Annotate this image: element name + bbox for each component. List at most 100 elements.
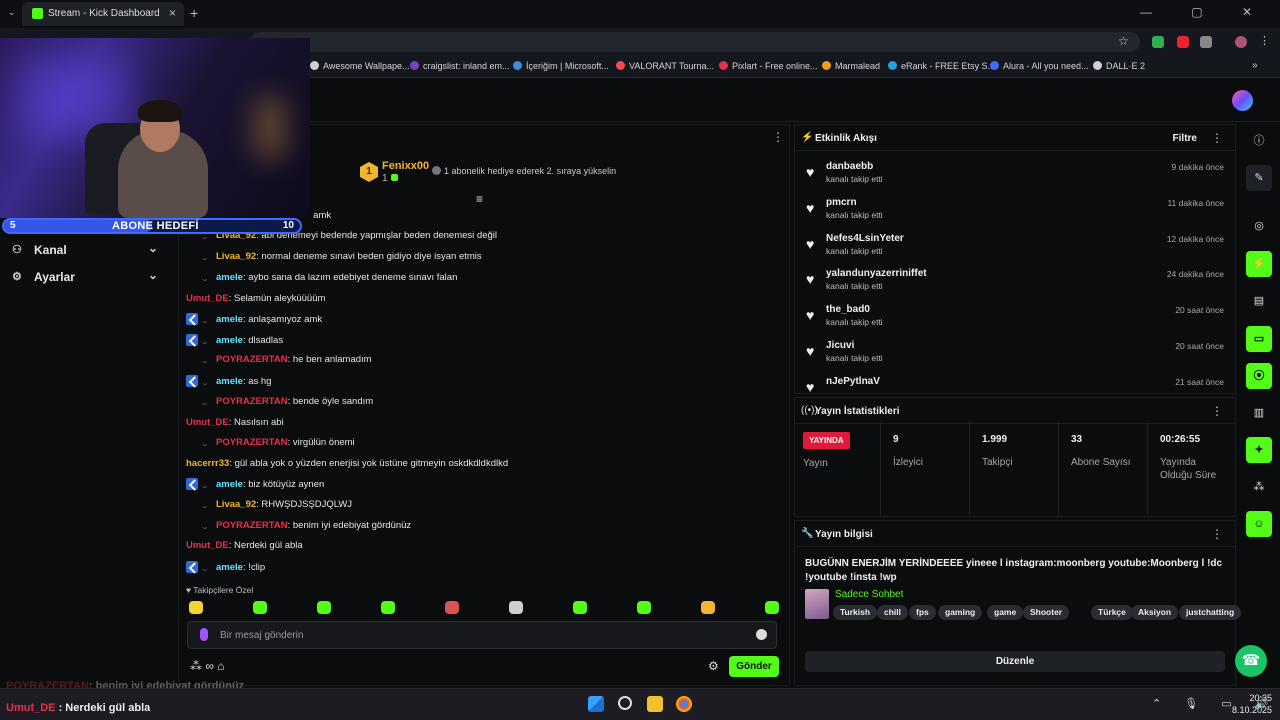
bookmark-item[interactable]: craigslist: inland em... — [410, 61, 510, 71]
filter-button[interactable]: Filtre — [1173, 133, 1197, 144]
chrome-icon[interactable] — [676, 696, 692, 712]
activity-username[interactable]: Jicuvi — [826, 340, 854, 351]
camera-icon[interactable]: ◎ — [1246, 213, 1272, 239]
top-gifter-name[interactable]: Fenixx00 — [382, 160, 429, 172]
bookmark-item[interactable]: DALL·E 2 — [1093, 61, 1145, 71]
chat-settings-icon[interactable]: ⚙ — [708, 659, 719, 673]
emote-icon[interactable] — [317, 601, 331, 614]
bolt-icon[interactable]: ⚡ — [1246, 251, 1272, 277]
user-avatar[interactable] — [1232, 90, 1253, 111]
file-explorer-icon[interactable] — [647, 696, 663, 712]
chat-username[interactable]: amele — [216, 376, 243, 387]
chat-username[interactable]: Umut_DE — [186, 540, 229, 551]
collapse-icon[interactable]: ≡ — [476, 192, 483, 206]
chat-username[interactable]: POYRAZERTAN — [216, 354, 288, 365]
apps-icon[interactable]: ⁂ — [1246, 474, 1272, 500]
info-options-icon[interactable]: ⋮ — [1211, 527, 1223, 541]
chat-username[interactable]: Umut_DE — [186, 417, 229, 428]
new-tab-icon[interactable]: + — [190, 5, 198, 21]
tag-chip[interactable]: fps — [909, 605, 936, 620]
profile-avatar-icon[interactable] — [1235, 36, 1247, 48]
emote-icon[interactable] — [253, 601, 267, 614]
tag-chip[interactable]: gaming — [938, 605, 983, 620]
chat-username[interactable]: POYRAZERTAN — [216, 437, 288, 448]
emote-icon[interactable] — [189, 601, 203, 614]
tab-search-icon[interactable]: ⌄ — [8, 7, 16, 18]
chat-username[interactable]: Livaa_92 — [216, 499, 256, 510]
activity-username[interactable]: Nefes4LsinYeter — [826, 233, 904, 244]
layers-icon[interactable]: ▥ — [1246, 400, 1272, 426]
bookmark-star-icon[interactable]: ☆ — [1118, 34, 1129, 48]
chat-username[interactable]: amele — [216, 335, 243, 346]
emote-icon[interactable] — [765, 601, 779, 614]
chat-username[interactable]: Livaa_92 — [216, 251, 256, 262]
bookmarks-overflow-icon[interactable]: » — [1252, 60, 1258, 71]
category-name[interactable]: Sadece Sohbet — [835, 589, 903, 600]
window-controls[interactable]: — ▢ ✕ — [1140, 5, 1270, 19]
bookmark-item[interactable]: Marmalead — [822, 61, 880, 71]
emote-icon[interactable] — [509, 601, 523, 614]
bookmark-item[interactable]: eRank - FREE Etsy S... — [888, 61, 995, 71]
edit-button[interactable]: Düzenle — [805, 651, 1225, 672]
tag-chip[interactable]: game — [987, 605, 1024, 620]
chat-tools[interactable]: ⁂ ∞ ⌂ — [190, 659, 224, 673]
extensions-puzzle-icon[interactable] — [1200, 36, 1212, 48]
sidebar-item-ayarlar[interactable]: ⚙ Ayarlar ⌄ — [10, 265, 160, 289]
start-icon[interactable] — [588, 696, 604, 712]
chat-username[interactable]: amele — [216, 314, 243, 325]
emote-icon[interactable] — [573, 601, 587, 614]
extension-icon[interactable] — [1177, 36, 1189, 48]
bookmark-item[interactable]: İçeriğim | Microsoft... — [513, 61, 609, 71]
activity-username[interactable]: nJePytlnaV — [826, 376, 880, 387]
activity-username[interactable]: pmcrn — [826, 197, 857, 208]
chat-icon[interactable]: ▭ — [1246, 326, 1272, 352]
emote-icon[interactable] — [381, 601, 395, 614]
pencil-icon[interactable]: ✎ — [1246, 165, 1272, 191]
activity-username[interactable]: yalandunyazerriniffet — [826, 268, 927, 279]
broadcast-icon[interactable]: ⦿ — [1246, 363, 1272, 389]
activity-options-icon[interactable]: ⋮ — [1211, 131, 1223, 145]
tag-chip[interactable]: Turkish — [833, 605, 878, 620]
tag-chip[interactable]: Shooter — [1023, 605, 1070, 620]
stats-options-icon[interactable]: ⋮ — [1211, 404, 1223, 418]
search-icon[interactable] — [618, 696, 632, 710]
send-button[interactable]: Gönder — [729, 656, 779, 677]
tag-chip[interactable]: chill — [877, 605, 909, 620]
bookmark-item[interactable]: Pixlart - Free online... — [719, 61, 818, 71]
mic-icon[interactable] — [200, 628, 208, 641]
support-chat-icon[interactable]: ☎ — [1235, 645, 1267, 677]
extension-shield-icon[interactable] — [1152, 36, 1164, 48]
bookmark-item[interactable]: Awesome Wallpape... — [310, 61, 410, 71]
chat-username[interactable]: hacerrr33 — [186, 458, 229, 469]
tag-chip[interactable]: justchatting — [1179, 605, 1242, 620]
emote-icon[interactable] — [701, 601, 715, 614]
sidebar-item-kanal[interactable]: ⚇ Kanal ⌄ — [10, 238, 160, 262]
user-icon[interactable]: ☺ — [1246, 511, 1272, 537]
browser-menu-icon[interactable]: ⋮ — [1259, 34, 1271, 47]
bookmark-item[interactable]: Alura - All you need... — [990, 61, 1089, 71]
chat-input-box[interactable] — [187, 621, 777, 649]
clock[interactable]: 20:35 8.10.2025 — [1232, 692, 1272, 716]
emoji-picker-icon[interactable] — [756, 629, 767, 640]
address-bar[interactable] — [250, 32, 1140, 52]
chat-username[interactable]: amele — [216, 272, 243, 283]
info-icon[interactable]: ⓘ — [1246, 128, 1272, 154]
chat-username[interactable]: POYRAZERTAN — [216, 396, 288, 407]
chat-username[interactable]: amele — [216, 562, 243, 573]
tag-chip[interactable]: Türkçe — [1091, 605, 1133, 620]
emote-icon[interactable] — [637, 601, 651, 614]
emote-icon[interactable] — [445, 601, 459, 614]
chat-username[interactable]: amele — [216, 479, 243, 490]
tab-kick-dashboard[interactable]: Stream - Kick Dashboard × — [22, 2, 184, 26]
chat-username[interactable]: Umut_DE — [186, 293, 229, 304]
document-icon[interactable]: ▤ — [1246, 288, 1272, 314]
chat-username[interactable]: POYRAZERTAN — [216, 520, 288, 531]
bookmark-item[interactable]: VALORANT Tourna... — [616, 61, 714, 71]
wrench-icon[interactable]: ✦ — [1246, 437, 1272, 463]
chat-message-input[interactable] — [220, 626, 740, 644]
chat-options-icon[interactable]: ⋮ — [772, 130, 784, 144]
tab-close-icon[interactable]: × — [169, 6, 176, 20]
tag-chip[interactable]: Aksiyon — [1131, 605, 1179, 620]
activity-username[interactable]: danbaebb — [826, 161, 873, 172]
activity-username[interactable]: the_bad0 — [826, 304, 870, 315]
